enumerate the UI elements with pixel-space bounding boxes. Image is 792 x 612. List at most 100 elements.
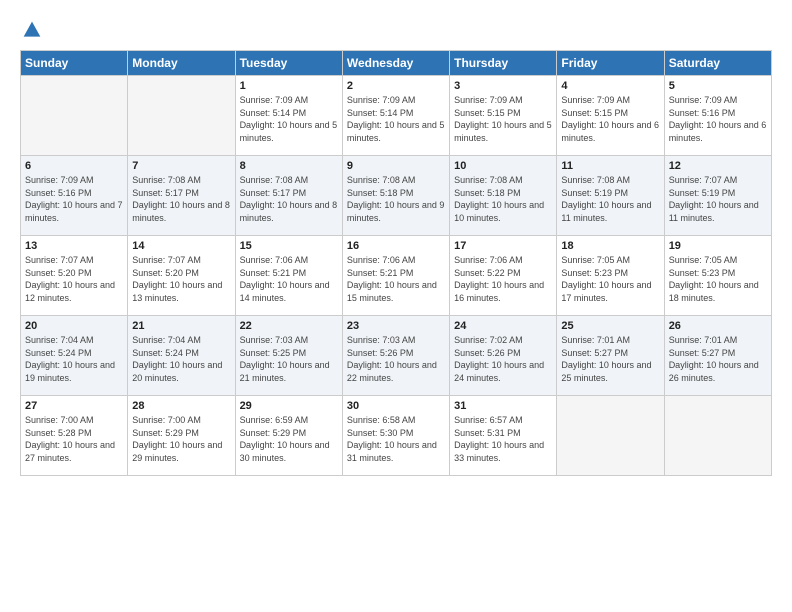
calendar-day-cell: 22 Sunrise: 7:03 AMSunset: 5:25 PMDayligh… bbox=[235, 316, 342, 396]
day-number: 20 bbox=[25, 320, 123, 332]
day-number: 19 bbox=[669, 240, 767, 252]
calendar-day-cell: 1 Sunrise: 7:09 AMSunset: 5:14 PMDaylight… bbox=[235, 76, 342, 156]
calendar-day-cell: 19 Sunrise: 7:05 AMSunset: 5:23 PMDayligh… bbox=[664, 236, 771, 316]
calendar-day-cell: 12 Sunrise: 7:07 AMSunset: 5:19 PMDayligh… bbox=[664, 156, 771, 236]
day-detail: Sunrise: 7:07 AMSunset: 5:20 PMDaylight:… bbox=[25, 254, 123, 304]
logo bbox=[20, 20, 42, 40]
day-number: 26 bbox=[669, 320, 767, 332]
calendar-header-monday: Monday bbox=[128, 51, 235, 76]
day-detail: Sunrise: 7:09 AMSunset: 5:14 PMDaylight:… bbox=[240, 94, 338, 144]
day-number: 10 bbox=[454, 160, 552, 172]
day-detail: Sunrise: 7:05 AMSunset: 5:23 PMDaylight:… bbox=[669, 254, 767, 304]
day-detail: Sunrise: 7:00 AMSunset: 5:29 PMDaylight:… bbox=[132, 414, 230, 464]
day-detail: Sunrise: 7:08 AMSunset: 5:17 PMDaylight:… bbox=[240, 174, 338, 224]
calendar-table: SundayMondayTuesdayWednesdayThursdayFrid… bbox=[20, 50, 772, 476]
day-number: 16 bbox=[347, 240, 445, 252]
calendar-day-cell: 10 Sunrise: 7:08 AMSunset: 5:18 PMDayligh… bbox=[450, 156, 557, 236]
day-detail: Sunrise: 7:04 AMSunset: 5:24 PMDaylight:… bbox=[132, 334, 230, 384]
day-detail: Sunrise: 7:08 AMSunset: 5:18 PMDaylight:… bbox=[454, 174, 552, 224]
calendar-header-thursday: Thursday bbox=[450, 51, 557, 76]
day-detail: Sunrise: 7:01 AMSunset: 5:27 PMDaylight:… bbox=[669, 334, 767, 384]
calendar-day-cell: 27 Sunrise: 7:00 AMSunset: 5:28 PMDayligh… bbox=[21, 396, 128, 476]
day-number: 24 bbox=[454, 320, 552, 332]
day-number: 31 bbox=[454, 400, 552, 412]
calendar-day-cell: 5 Sunrise: 7:09 AMSunset: 5:16 PMDaylight… bbox=[664, 76, 771, 156]
calendar-day-cell: 3Sunrise: 7:09 AMSunset: 5:15 PMDaylight… bbox=[450, 76, 557, 156]
calendar-week-row: 1 Sunrise: 7:09 AMSunset: 5:14 PMDaylight… bbox=[21, 76, 772, 156]
day-number: 13 bbox=[25, 240, 123, 252]
day-detail: Sunrise: 6:58 AMSunset: 5:30 PMDaylight:… bbox=[347, 414, 445, 464]
calendar-header-row: SundayMondayTuesdayWednesdayThursdayFrid… bbox=[21, 51, 772, 76]
calendar-day-cell: 2 Sunrise: 7:09 AMSunset: 5:14 PMDaylight… bbox=[342, 76, 449, 156]
day-detail: Sunrise: 7:09 AMSunset: 5:16 PMDaylight:… bbox=[669, 94, 767, 144]
calendar-week-row: 20 Sunrise: 7:04 AMSunset: 5:24 PMDayligh… bbox=[21, 316, 772, 396]
day-number: 15 bbox=[240, 240, 338, 252]
day-detail: Sunrise: 7:09 AMSunset: 5:14 PMDaylight:… bbox=[347, 94, 445, 144]
calendar-day-cell: 8Sunrise: 7:08 AMSunset: 5:17 PMDaylight… bbox=[235, 156, 342, 236]
day-detail: Sunrise: 6:57 AMSunset: 5:31 PMDaylight:… bbox=[454, 414, 552, 464]
day-detail: Sunrise: 7:07 AMSunset: 5:20 PMDaylight:… bbox=[132, 254, 230, 304]
day-detail: Sunrise: 7:09 AMSunset: 5:16 PMDaylight:… bbox=[25, 174, 123, 224]
calendar-day-cell: 14Sunrise: 7:07 AMSunset: 5:20 PMDayligh… bbox=[128, 236, 235, 316]
day-detail: Sunrise: 6:59 AMSunset: 5:29 PMDaylight:… bbox=[240, 414, 338, 464]
calendar-day-cell: 9 Sunrise: 7:08 AMSunset: 5:18 PMDaylight… bbox=[342, 156, 449, 236]
calendar-day-cell: 18Sunrise: 7:05 AMSunset: 5:23 PMDayligh… bbox=[557, 236, 664, 316]
calendar-week-row: 6 Sunrise: 7:09 AMSunset: 5:16 PMDaylight… bbox=[21, 156, 772, 236]
day-number: 22 bbox=[240, 320, 338, 332]
calendar-day-cell: 17 Sunrise: 7:06 AMSunset: 5:22 PMDayligh… bbox=[450, 236, 557, 316]
day-number: 21 bbox=[132, 320, 230, 332]
calendar-week-row: 27 Sunrise: 7:00 AMSunset: 5:28 PMDayligh… bbox=[21, 396, 772, 476]
calendar-day-cell: 6 Sunrise: 7:09 AMSunset: 5:16 PMDaylight… bbox=[21, 156, 128, 236]
day-number: 1 bbox=[240, 80, 338, 92]
day-number: 27 bbox=[25, 400, 123, 412]
day-detail: Sunrise: 7:06 AMSunset: 5:21 PMDaylight:… bbox=[240, 254, 338, 304]
day-detail: Sunrise: 7:07 AMSunset: 5:19 PMDaylight:… bbox=[669, 174, 767, 224]
day-number: 2 bbox=[347, 80, 445, 92]
day-detail: Sunrise: 7:02 AMSunset: 5:26 PMDaylight:… bbox=[454, 334, 552, 384]
day-number: 25 bbox=[561, 320, 659, 332]
calendar-day-cell: 23Sunrise: 7:03 AMSunset: 5:26 PMDayligh… bbox=[342, 316, 449, 396]
calendar-day-cell bbox=[557, 396, 664, 476]
calendar-header-saturday: Saturday bbox=[664, 51, 771, 76]
day-number: 30 bbox=[347, 400, 445, 412]
day-number: 11 bbox=[561, 160, 659, 172]
calendar-day-cell: 11 Sunrise: 7:08 AMSunset: 5:19 PMDayligh… bbox=[557, 156, 664, 236]
day-detail: Sunrise: 7:03 AMSunset: 5:26 PMDaylight:… bbox=[347, 334, 445, 384]
day-detail: Sunrise: 7:03 AMSunset: 5:25 PMDaylight:… bbox=[240, 334, 338, 384]
calendar-day-cell: 13 Sunrise: 7:07 AMSunset: 5:20 PMDayligh… bbox=[21, 236, 128, 316]
calendar-day-cell: 24 Sunrise: 7:02 AMSunset: 5:26 PMDayligh… bbox=[450, 316, 557, 396]
day-number: 3 bbox=[454, 80, 552, 92]
calendar-day-cell: 30 Sunrise: 6:58 AMSunset: 5:30 PMDayligh… bbox=[342, 396, 449, 476]
day-detail: Sunrise: 7:08 AMSunset: 5:17 PMDaylight:… bbox=[132, 174, 230, 224]
calendar-day-cell: 16 Sunrise: 7:06 AMSunset: 5:21 PMDayligh… bbox=[342, 236, 449, 316]
calendar-header-sunday: Sunday bbox=[21, 51, 128, 76]
day-number: 29 bbox=[240, 400, 338, 412]
calendar-week-row: 13 Sunrise: 7:07 AMSunset: 5:20 PMDayligh… bbox=[21, 236, 772, 316]
calendar-day-cell bbox=[21, 76, 128, 156]
day-number: 9 bbox=[347, 160, 445, 172]
calendar-day-cell: 31 Sunrise: 6:57 AMSunset: 5:31 PMDayligh… bbox=[450, 396, 557, 476]
day-number: 6 bbox=[25, 160, 123, 172]
calendar-day-cell bbox=[128, 76, 235, 156]
day-number: 18 bbox=[561, 240, 659, 252]
page-header bbox=[20, 20, 772, 40]
day-number: 12 bbox=[669, 160, 767, 172]
calendar-day-cell: 15 Sunrise: 7:06 AMSunset: 5:21 PMDayligh… bbox=[235, 236, 342, 316]
day-detail: Sunrise: 7:09 AMSunset: 5:15 PMDaylight:… bbox=[561, 94, 659, 144]
day-detail: Sunrise: 7:00 AMSunset: 5:28 PMDaylight:… bbox=[25, 414, 123, 464]
calendar-day-cell: 20Sunrise: 7:04 AMSunset: 5:24 PMDayligh… bbox=[21, 316, 128, 396]
day-detail: Sunrise: 7:06 AMSunset: 5:22 PMDaylight:… bbox=[454, 254, 552, 304]
calendar-day-cell: 28Sunrise: 7:00 AMSunset: 5:29 PMDayligh… bbox=[128, 396, 235, 476]
day-number: 7 bbox=[132, 160, 230, 172]
day-number: 5 bbox=[669, 80, 767, 92]
calendar-day-cell: 29 Sunrise: 6:59 AMSunset: 5:29 PMDayligh… bbox=[235, 396, 342, 476]
day-detail: Sunrise: 7:01 AMSunset: 5:27 PMDaylight:… bbox=[561, 334, 659, 384]
calendar-day-cell bbox=[664, 396, 771, 476]
day-number: 17 bbox=[454, 240, 552, 252]
calendar-day-cell: 26 Sunrise: 7:01 AMSunset: 5:27 PMDayligh… bbox=[664, 316, 771, 396]
calendar-day-cell: 4 Sunrise: 7:09 AMSunset: 5:15 PMDaylight… bbox=[557, 76, 664, 156]
day-detail: Sunrise: 7:08 AMSunset: 5:19 PMDaylight:… bbox=[561, 174, 659, 224]
day-number: 4 bbox=[561, 80, 659, 92]
day-detail: Sunrise: 7:08 AMSunset: 5:18 PMDaylight:… bbox=[347, 174, 445, 224]
day-detail: Sunrise: 7:06 AMSunset: 5:21 PMDaylight:… bbox=[347, 254, 445, 304]
